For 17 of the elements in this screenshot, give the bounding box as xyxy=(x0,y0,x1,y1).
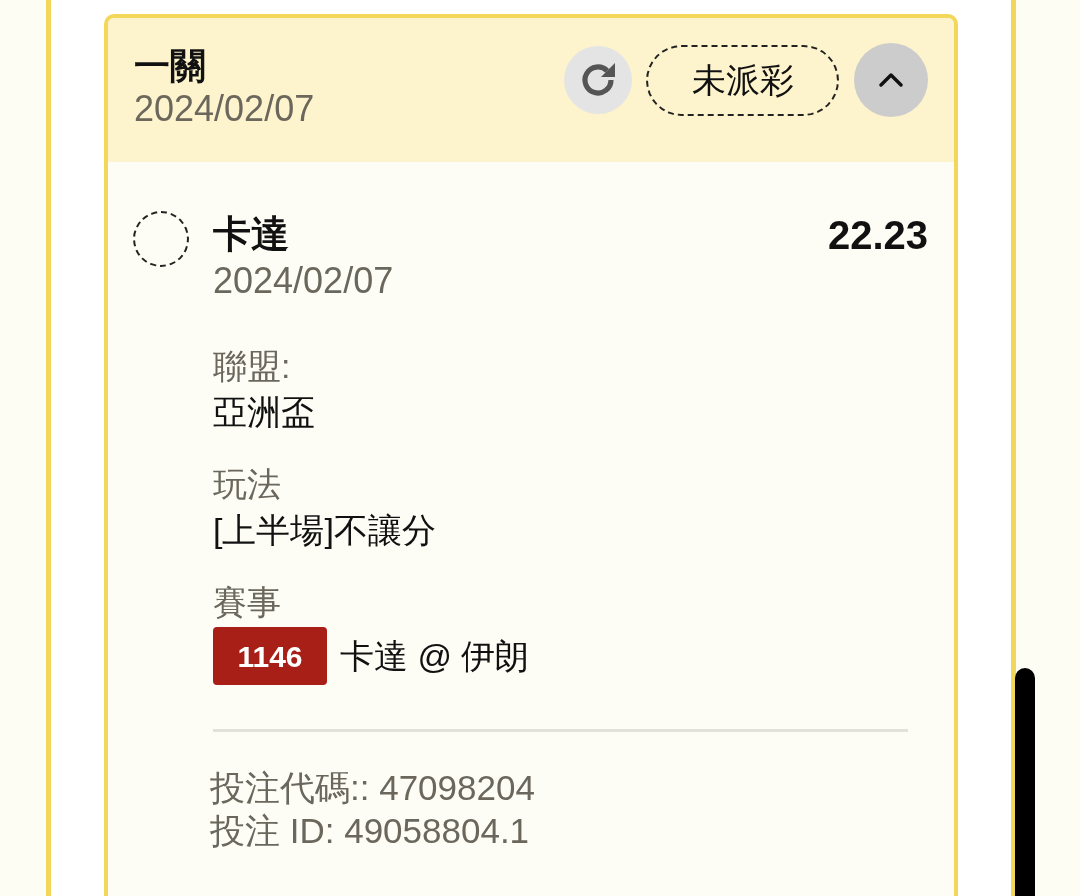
bet-reference: 投注代碼:: 47098204 xyxy=(210,767,535,809)
bet-date: 2024/02/07 xyxy=(134,88,315,130)
field-label: 聯盟: xyxy=(213,346,291,387)
radio-button[interactable] xyxy=(133,211,189,267)
match-teams: 卡達 @ 伊朗 xyxy=(340,636,530,677)
field-label: 玩法 xyxy=(213,464,281,505)
selection-date: 2024/02/07 xyxy=(213,259,394,303)
scrollbar-thumb[interactable] xyxy=(1015,668,1035,896)
odds-value: 22.23 xyxy=(827,212,928,259)
field-value: [上半場]不讓分 xyxy=(213,510,436,551)
status-pill: 未派彩 xyxy=(646,44,839,116)
bet-type-title: 一關 xyxy=(134,44,207,88)
field-label: 賽事 xyxy=(213,582,281,623)
selection-name: 卡達 xyxy=(213,212,289,257)
match-number-badge: 1146 xyxy=(213,627,327,685)
field-value: 亞洲盃 xyxy=(213,392,315,433)
bet-reference: 投注 ID: 49058804.1 xyxy=(210,810,530,852)
